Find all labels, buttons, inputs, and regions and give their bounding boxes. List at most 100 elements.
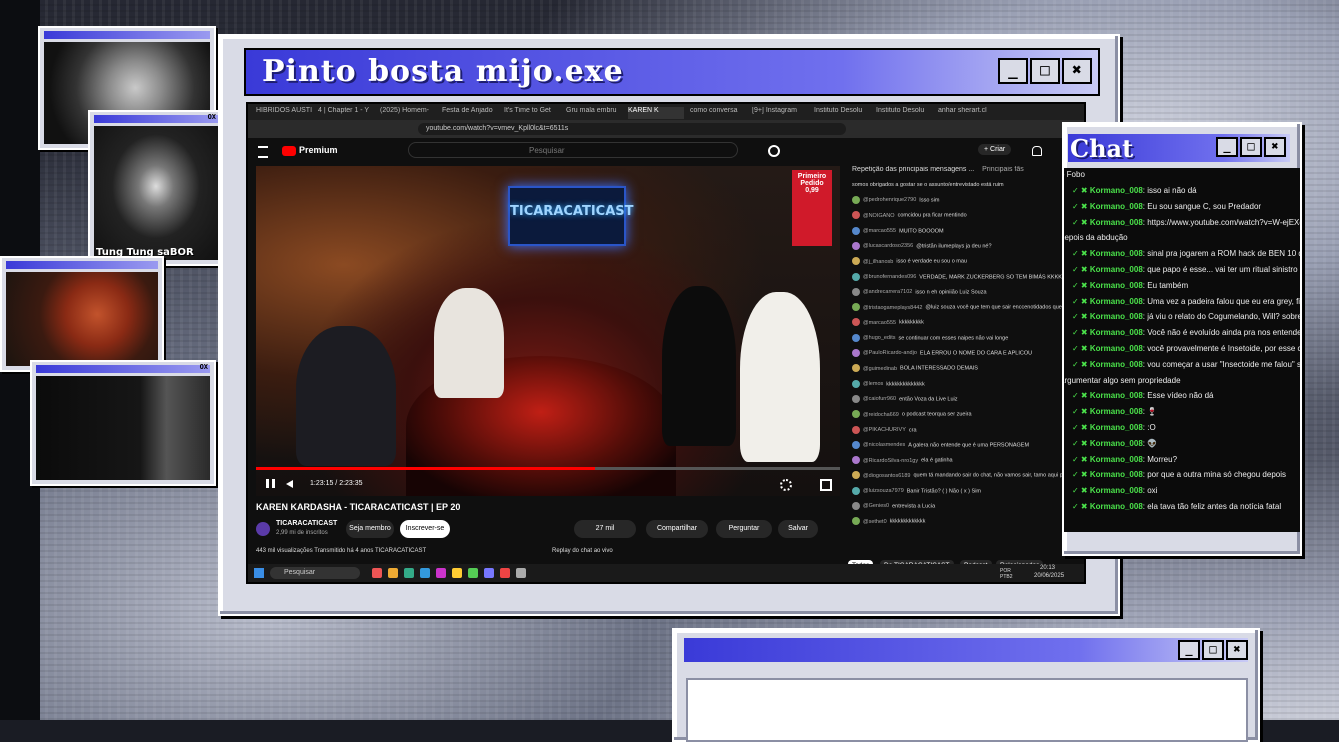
- chat-username[interactable]: @marcao555: [863, 228, 896, 234]
- chat-username[interactable]: @andrecarrera7102: [863, 289, 912, 295]
- share-button[interactable]: Compartilhar: [646, 520, 708, 538]
- minimize-button[interactable]: _: [998, 58, 1028, 84]
- browser-tab[interactable]: [9+] Instagram: [752, 107, 808, 119]
- browser-tab[interactable]: HIBRIDOS AUSTI: [256, 107, 312, 119]
- chat-username[interactable]: Kormano_008: [1090, 470, 1143, 479]
- chat-username[interactable]: Kormano_008: [1090, 360, 1143, 369]
- dark-room-titlebar[interactable]: OX: [36, 363, 210, 373]
- browser-tab[interactable]: 4 | Chapter 1 - Y: [318, 107, 374, 119]
- taskbar-app-icon[interactable]: [516, 568, 526, 578]
- dark-room-window[interactable]: OX: [30, 360, 216, 486]
- browser-tab[interactable]: (2025) Homem-: [380, 107, 436, 119]
- search-icon[interactable]: [768, 145, 780, 157]
- browser-tab-active[interactable]: KAREN K: [628, 107, 684, 119]
- chat-username[interactable]: @tristaogameplays8442: [863, 305, 922, 311]
- chat-username[interactable]: @nicolasmendes: [863, 442, 905, 448]
- chat-avatar[interactable]: [852, 440, 860, 449]
- chat-avatar[interactable]: [852, 257, 860, 266]
- chat-avatar[interactable]: [852, 517, 860, 526]
- chat-minimize-button[interactable]: _: [1216, 137, 1238, 157]
- close-icon[interactable]: OX: [200, 363, 208, 371]
- chat-avatar[interactable]: [852, 349, 860, 357]
- chat-avatar[interactable]: [852, 471, 860, 480]
- bottom-titlebar[interactable]: _ □ ✖: [684, 638, 1248, 662]
- chat-username[interactable]: Kormano_008: [1090, 344, 1143, 353]
- chat-username[interactable]: @Genies0: [863, 503, 889, 509]
- chat-username[interactable]: Kormano_008: [1090, 281, 1143, 290]
- chat-username[interactable]: Kormano_008: [1090, 297, 1143, 306]
- chat-username[interactable]: @reidocha669: [863, 412, 899, 418]
- chat-avatar[interactable]: [852, 456, 860, 465]
- channel-name[interactable]: TICARACATICAST: [276, 520, 337, 527]
- chat-avatar[interactable]: [852, 241, 860, 250]
- like-button[interactable]: 27 mil: [574, 520, 636, 538]
- browser-tab[interactable]: It's Time to Get: [504, 107, 560, 119]
- chat-avatar[interactable]: [852, 303, 860, 312]
- chat-close-button[interactable]: ✖: [1264, 137, 1286, 157]
- chat-username[interactable]: Kormano_008: [1090, 423, 1143, 432]
- browser-tab[interactable]: Instituto Desolu: [876, 107, 932, 119]
- chat-username[interactable]: @sethet0: [863, 519, 887, 525]
- url-field[interactable]: youtube.com/watch?v=vmev_Kpll0lc&t=6511s: [418, 123, 846, 135]
- browser-tab[interactable]: anhar sherart.cl: [938, 107, 994, 119]
- chat-username[interactable]: Kormano_008: [1090, 218, 1143, 227]
- youtube-search-input[interactable]: Pesquisar: [408, 142, 738, 158]
- chat-username[interactable]: @hugo_edits: [863, 335, 896, 341]
- ask-button[interactable]: Perguntar: [716, 520, 772, 538]
- menu-icon[interactable]: [258, 146, 268, 158]
- chat-avatar[interactable]: [852, 211, 860, 220]
- taskbar-search[interactable]: Pesquisar: [270, 567, 360, 579]
- bottom-minimize-button[interactable]: _: [1178, 640, 1200, 660]
- main-titlebar[interactable]: Pinto bosta mijo.exe _ □ ✖: [244, 48, 1100, 96]
- taskbar-app-icon[interactable]: [420, 568, 430, 578]
- chat-username[interactable]: Kormano_008: [1090, 502, 1143, 511]
- webcam-titlebar[interactable]: [44, 31, 210, 39]
- cartoon-ear-titlebar[interactable]: [6, 261, 158, 269]
- chat-username[interactable]: @PauloRicardo-andjo: [863, 350, 917, 356]
- join-button[interactable]: Seja membro: [346, 520, 394, 538]
- chat-username[interactable]: Kormano_008: [1090, 439, 1143, 448]
- replay-chat-label[interactable]: Replay do chat ao vivo: [552, 548, 613, 554]
- save-button[interactable]: Salvar: [778, 520, 818, 538]
- taskbar-app-icon[interactable]: [484, 568, 494, 578]
- taskbar-app-icon[interactable]: [372, 568, 382, 578]
- chat-titlebar[interactable]: Chat _ □ ✖: [1068, 134, 1290, 163]
- youtube-logo[interactable]: Premium: [282, 145, 338, 156]
- chat-username[interactable]: Kormano_008: [1090, 202, 1143, 211]
- chat-username[interactable]: Kormano_008: [1090, 312, 1143, 321]
- chat-avatar[interactable]: [852, 226, 860, 235]
- chat-avatar[interactable]: [852, 287, 860, 296]
- notification-bell-icon[interactable]: [1032, 146, 1042, 156]
- taskbar-date[interactable]: 20/06/2025: [1034, 573, 1064, 579]
- chat-username[interactable]: Kormano_008: [1090, 249, 1143, 258]
- browser-tab[interactable]: Gru mala embru: [566, 107, 622, 119]
- chat-username[interactable]: @RicardoSilva-nro1gy: [863, 458, 918, 464]
- chat-avatar[interactable]: [852, 486, 860, 495]
- bottom-close-button[interactable]: ✖: [1226, 640, 1248, 660]
- close-icon[interactable]: OX: [208, 113, 216, 121]
- create-button[interactable]: + Criar: [978, 144, 1012, 155]
- fullscreen-icon[interactable]: [820, 479, 832, 491]
- chat-avatar[interactable]: [852, 318, 860, 327]
- chat-username[interactable]: Kormano_008: [1090, 407, 1143, 416]
- chat-username[interactable]: @j_ilhanosb: [863, 259, 893, 265]
- chat-username[interactable]: Kormano_008: [1090, 328, 1143, 337]
- bottle-meme-window[interactable]: OX Tung Tung saBOR: [88, 110, 224, 266]
- chat-username[interactable]: @marcao555: [863, 320, 896, 326]
- cartoon-ear-window[interactable]: [0, 256, 164, 372]
- video-progress-bar[interactable]: [256, 467, 840, 470]
- taskbar-language[interactable]: POR PTB2: [1000, 568, 1022, 580]
- browser-tab[interactable]: Festa de Anjado: [442, 107, 498, 119]
- chat-avatar[interactable]: [852, 502, 860, 510]
- taskbar-app-icon[interactable]: [468, 568, 478, 578]
- subscribe-button[interactable]: Inscrever-se: [400, 520, 450, 538]
- chat-username[interactable]: @luizsouza7979: [863, 488, 904, 494]
- chat-username[interactable]: @PIKACHURIVY: [863, 427, 906, 433]
- bottom-maximize-button[interactable]: □: [1202, 640, 1224, 660]
- chat-avatar[interactable]: [852, 333, 860, 342]
- main-window[interactable]: Pinto bosta mijo.exe _ □ ✖ HIBRIDOS AUST…: [218, 34, 1120, 616]
- taskbar-app-icon[interactable]: [452, 568, 462, 578]
- chat-avatar[interactable]: [852, 425, 860, 434]
- chat-username[interactable]: Kormano_008: [1090, 486, 1143, 495]
- settings-icon[interactable]: [780, 479, 792, 491]
